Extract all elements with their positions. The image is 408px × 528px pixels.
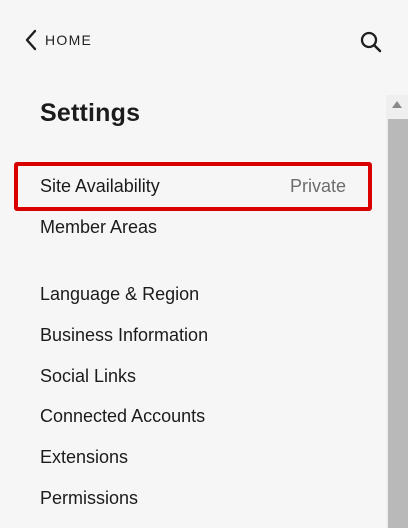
scrollbar[interactable]: [386, 95, 408, 528]
menu-item-label: Business Information: [40, 325, 209, 345]
menu-item-label: Site Availability: [40, 176, 160, 196]
top-bar: HOME: [0, 0, 408, 80]
chevron-left-icon: [24, 29, 38, 51]
page-title: Settings: [40, 99, 141, 127]
menu-item-language-region[interactable]: Language & Region: [40, 280, 350, 308]
site-availability-status: Private: [289, 176, 346, 196]
search-icon: [358, 31, 384, 59]
scrollbar-thumb[interactable]: [388, 119, 408, 528]
search-button[interactable]: [358, 29, 384, 55]
menu-item-site-availability[interactable]: Site Availability Private: [40, 172, 350, 200]
menu-item-social-links[interactable]: Social Links: [40, 362, 350, 390]
triangle-up-icon: [391, 97, 403, 115]
menu-item-label: Social Links: [40, 366, 137, 386]
back-home-label: HOME: [45, 32, 93, 48]
menu-item-extensions[interactable]: Extensions: [40, 443, 350, 471]
menu-item-business-information[interactable]: Business Information: [40, 321, 350, 349]
menu-item-permissions[interactable]: Permissions: [40, 484, 350, 512]
menu-item-label: Permissions: [40, 488, 139, 508]
menu-item-label: Connected Accounts: [40, 406, 206, 426]
menu-item-label: Extensions: [40, 447, 129, 467]
back-home-button[interactable]: HOME: [24, 29, 92, 51]
menu-item-connected-accounts[interactable]: Connected Accounts: [40, 402, 350, 430]
menu-item-label: Language & Region: [40, 284, 200, 304]
menu-item-member-areas[interactable]: Member Areas: [40, 213, 350, 241]
menu-item-label: Member Areas: [40, 217, 158, 237]
scroll-up-button[interactable]: [386, 95, 408, 117]
settings-panel: HOME Settings Site Availability Private …: [0, 0, 408, 528]
